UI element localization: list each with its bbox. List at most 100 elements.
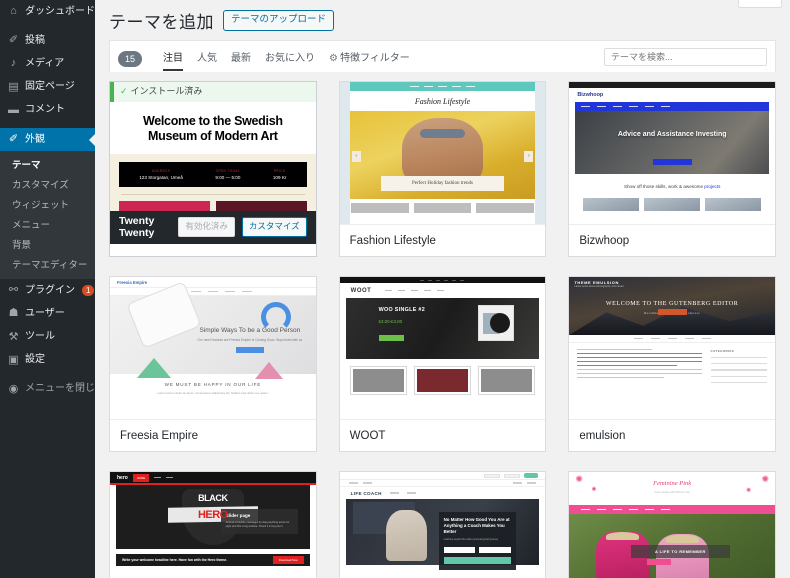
preview-form-title: No Matter How Good You Are at Anything a… — [443, 517, 510, 535]
sidebar-item-users[interactable]: ☗ ユーザー — [0, 302, 95, 325]
active-theme-footer: Twenty Twenty 有効化済み カスタマイズ — [110, 210, 316, 244]
screen-options-strip — [738, 0, 782, 8]
sidebar-item-media[interactable]: ♪ メディア — [0, 52, 95, 75]
sidebar-item-dashboard[interactable]: ⌂ ダッシュボード — [0, 0, 95, 23]
sidebar-item-label: ダッシュボード — [25, 5, 95, 17]
preview-section: Show off those skills, work & awesome — [623, 184, 704, 189]
submenu-item-themes[interactable]: テーマ — [0, 154, 95, 174]
tab-popular[interactable]: 人気 — [190, 47, 224, 71]
theme-name: Freesia Empire — [110, 419, 316, 451]
theme-filter-bar: 15 注目 人気 最新 お気に入り ⚙ 特徴フィルター — [109, 40, 776, 72]
flower-icon: ✺ — [591, 487, 597, 493]
preview-logo: hero — [117, 474, 128, 481]
appearance-submenu: テーマ カスタマイズ ウィジェット メニュー 背景 テーマエディター — [0, 151, 95, 280]
sidebar-item-tools[interactable]: ⚒ ツール — [0, 326, 95, 349]
sidebar-item-label: メニューを閉じる — [25, 383, 95, 395]
theme-name: Fashion Lifestyle — [339, 224, 546, 256]
media-icon: ♪ — [10, 57, 17, 70]
preview-hero-title: A LIFE TO REMEMBER — [631, 544, 730, 558]
tab-featured[interactable]: 注目 — [156, 47, 190, 71]
preview-info-label: ADDRESS — [151, 168, 171, 173]
theme-screenshot: hero HOME BLACK HERO Slider page All kin… — [110, 472, 316, 578]
theme-name: Bizwhoop — [569, 224, 775, 256]
main-content: テーマを追加 テーマのアップロード 15 注目 人気 最新 お気に入り ⚙ 特徴フ… — [95, 0, 790, 578]
theme-card-black-hero[interactable]: hero HOME BLACK HERO Slider page All kin… — [109, 471, 317, 578]
sidebar-item-settings[interactable]: ▣ 設定 — [0, 349, 95, 372]
theme-card-bizwhoop[interactable]: Bizwhoop Advice and Assistance Investing… — [568, 81, 776, 257]
submenu-item-theme-editor[interactable]: テーマエディター — [0, 254, 95, 274]
theme-card-life-coach[interactable]: LIFE COACH No Matter How Good You Are at… — [338, 471, 547, 578]
installed-notice-label: インストール済み — [130, 86, 203, 96]
theme-grid: ✓ インストール済み Welcome to the Swedish Museum … — [109, 72, 776, 578]
theme-name: emulsion — [569, 419, 775, 451]
feature-filter-label: 特徴フィルター — [339, 53, 410, 64]
sidebar-item-plugins[interactable]: ⚯ プラグイン 1 — [0, 279, 95, 302]
theme-card-twenty-twenty[interactable]: ✓ インストール済み Welcome to the Swedish Museum … — [109, 81, 317, 257]
sidebar-item-label: 外観 — [25, 133, 45, 145]
preview-footer-text: Write your welcome headline here. Have f… — [122, 558, 228, 562]
sidebar-item-label: ユーザー — [25, 307, 65, 319]
collapse-icon: ◉ — [8, 382, 19, 395]
search-input[interactable] — [604, 48, 767, 66]
preview-logo: Bizwhoop — [577, 92, 604, 98]
preview-info-value: 109 Kr — [272, 174, 287, 180]
tab-latest[interactable]: 最新 — [224, 47, 258, 71]
tab-feature-filter[interactable]: ⚙ 特徴フィルター — [322, 47, 417, 71]
customize-button[interactable]: カスタマイズ — [241, 217, 307, 238]
preview-info-value: 123 Storgatan, Umeå — [139, 174, 183, 180]
sidebar-item-comments[interactable]: ▬ コメント — [0, 99, 95, 122]
dashboard-icon: ⌂ — [10, 5, 17, 17]
sidebar-item-label: 設定 — [25, 354, 45, 366]
preview-hero-sub: Our new Features are Freesia Empire is C… — [197, 338, 303, 343]
comment-icon: ▬ — [8, 103, 19, 116]
preview-section-link: projects — [704, 184, 721, 189]
flower-icon: ✺ — [745, 488, 751, 494]
theme-screenshot: Welcome to the Swedish Museum of Modern … — [110, 101, 316, 244]
submenu-item-widgets[interactable]: ウィジェット — [0, 194, 95, 214]
upload-theme-button[interactable]: テーマのアップロード — [223, 10, 335, 31]
page-title: テーマを追加 — [109, 13, 214, 32]
tab-favorites[interactable]: お気に入り — [258, 47, 322, 71]
submenu-item-background[interactable]: 背景 — [0, 234, 95, 254]
theme-card-feminine-pink[interactable]: ✺ ✺ ✺ ✺ Feminine Pink best creative Word… — [568, 471, 776, 578]
plugin-update-badge: 1 — [82, 285, 95, 297]
theme-card-fashion-lifestyle[interactable]: Fashion Lifestyle ‹ › Perfect Holiday fas… — [338, 81, 547, 257]
page-header: テーマを追加 テーマのアップロード — [95, 0, 790, 33]
admin-sidebar: ⌂ ダッシュボード ✐ 投稿 ♪ メディア ▤ 固定ページ ▬ コメント ✐ 外… — [0, 0, 95, 578]
user-icon: ☗ — [8, 307, 19, 320]
flower-icon: ✺ — [761, 474, 769, 484]
sidebar-item-posts[interactable]: ✐ 投稿 — [0, 29, 95, 52]
preview-product: WOO SINGLE #2 — [378, 306, 426, 313]
preview-logo-sub: best creative WordPress site — [654, 490, 690, 494]
wp-admin-screen: ⌂ ダッシュボード ✐ 投稿 ♪ メディア ▤ 固定ページ ▬ コメント ✐ 外… — [0, 0, 790, 578]
sidebar-item-label: 投稿 — [25, 34, 45, 46]
sidebar-item-label: 固定ページ — [25, 81, 75, 93]
preview-sidebar-heading: CATEGORIES — [710, 349, 735, 353]
preview-hero-title: Simple Ways To be a Good Person — [199, 327, 301, 335]
theme-name: WOOT — [339, 419, 546, 451]
preview-logo: WOOT — [350, 287, 372, 294]
theme-screenshot: Freesia Empire Simple Ways To be a Good … — [110, 277, 316, 419]
preview-slider-text: All kind of flexible messages by drag an… — [225, 521, 290, 529]
theme-card-woot[interactable]: WOOT WOO SINGLE #2 £3.00-£3.00 WOOT — [338, 276, 547, 452]
preview-footer-cta: Download Now — [272, 556, 304, 564]
submenu-item-menus[interactable]: メニュー — [0, 214, 95, 234]
sidebar-item-label: ツール — [25, 331, 55, 343]
installed-notice: ✓ インストール済み — [110, 82, 316, 102]
theme-count-badge: 15 — [118, 50, 143, 68]
preview-hero-title: Advice and Assistance Investing — [617, 131, 727, 139]
page-icon: ▤ — [8, 80, 19, 93]
tools-icon: ⚒ — [8, 330, 19, 343]
preview-heading: Welcome to the Swedish Museum of Modern … — [142, 113, 283, 144]
preview-hero-title: WELCOME TO THE GUTENBERG EDITOR — [605, 301, 739, 308]
search-wrap — [604, 47, 767, 71]
sidebar-item-pages[interactable]: ▤ 固定ページ — [0, 76, 95, 99]
sidebar-item-label: コメント — [25, 104, 65, 116]
theme-card-freesia-empire[interactable]: Freesia Empire Simple Ways To be a Good … — [109, 276, 317, 452]
submenu-item-customize[interactable]: カスタマイズ — [0, 174, 95, 194]
theme-card-emulsion[interactable]: THEME EMULSION Latest posts about photog… — [568, 276, 776, 452]
sidebar-item-appearance[interactable]: ✐ 外観 — [0, 127, 95, 152]
settings-icon: ▣ — [8, 353, 19, 366]
preview-logo: Fashion Lifestyle — [414, 97, 471, 106]
sidebar-item-collapse-menu[interactable]: ◉ メニューを閉じる — [0, 378, 95, 401]
